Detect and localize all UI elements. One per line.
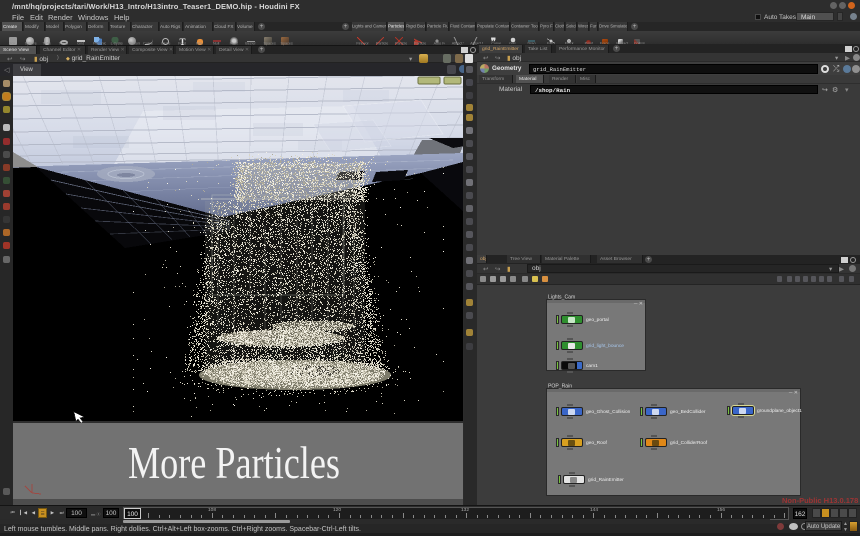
svg-text:More Particles: More Particles xyxy=(128,437,340,488)
